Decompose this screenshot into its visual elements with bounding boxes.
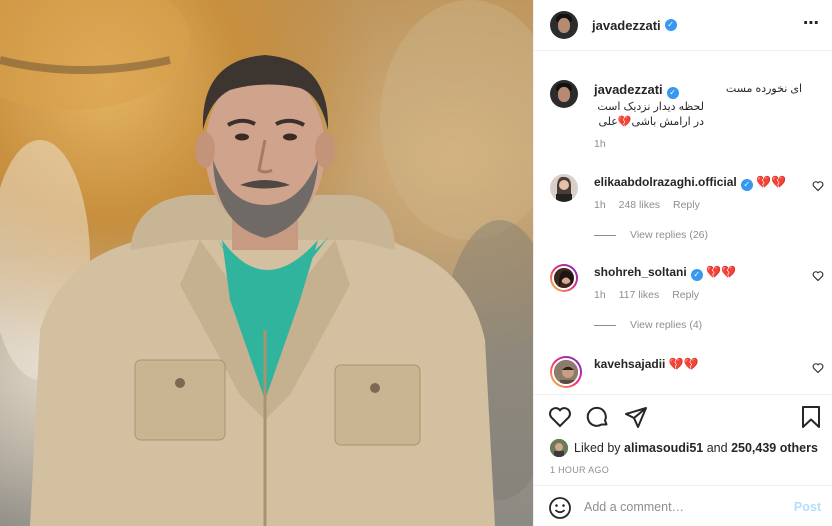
reply-button[interactable]: Reply [672, 289, 699, 301]
caption-line: ای نخورده مست [725, 83, 802, 95]
heart-icon[interactable] [812, 362, 824, 374]
comment-meta: 1h 248 likes Reply [594, 199, 710, 211]
comment-text: elikaabdolrazaghi.official ✓ 💔💔 [594, 174, 786, 191]
liked-by-prefix: Liked by [574, 441, 621, 455]
divider-line [594, 234, 616, 236]
comment-time[interactable]: 1h [594, 289, 606, 301]
liker-avatar[interactable] [550, 439, 568, 457]
comment-icon[interactable] [586, 405, 610, 429]
commenter-username[interactable]: elikaabdolrazaghi.official [594, 175, 737, 189]
liked-by-and: and [706, 441, 728, 455]
caption-line: در ارامش باشی💔علی [598, 116, 704, 128]
commenter-avatar[interactable] [550, 174, 578, 202]
share-icon[interactable] [624, 405, 648, 429]
comment-meta: 1h 117 likes Reply [594, 289, 709, 301]
caption-line: لحظه دیدار نزدیک است [597, 101, 704, 113]
view-replies-button[interactable]: View replies (4) [594, 319, 702, 331]
author-avatar[interactable] [550, 11, 578, 39]
comment-time[interactable]: 1h [594, 199, 606, 211]
comment-likes[interactable]: 117 likes [619, 289, 660, 301]
reply-button[interactable]: Reply [673, 199, 700, 211]
verified-badge-icon: ✓ [740, 179, 753, 191]
heart-icon[interactable] [812, 270, 824, 282]
divider-line [594, 324, 616, 326]
commenter-avatar[interactable] [550, 356, 582, 388]
post-photo[interactable] [0, 0, 533, 526]
post-header: javadezzati ✓ ⋯ [534, 0, 832, 51]
caption-username[interactable]: javadezzati [594, 82, 663, 97]
comment-body: 💔💔 [756, 175, 786, 189]
comment-input[interactable] [584, 496, 774, 518]
bookmark-icon[interactable] [799, 405, 823, 429]
portrait-illustration [0, 0, 533, 526]
add-comment-bar: Post [534, 485, 832, 526]
comment-body: 💔💔 [668, 357, 699, 371]
comment-body: 💔💔 [706, 265, 736, 279]
post-actions: Liked by alimasoudi51 and 250,439 others… [534, 394, 832, 526]
verified-badge-icon: ✓ [666, 87, 679, 99]
post-comment-button[interactable]: Post [794, 500, 821, 514]
view-replies-label: View replies (26) [630, 229, 709, 241]
view-replies-button[interactable]: View replies (26) [594, 229, 708, 241]
caption-avatar[interactable] [550, 80, 578, 108]
caption-text: javadezzati ✓ ای نخورده مست لحظه دیدار نز… [594, 82, 802, 130]
instagram-post: javadezzati ✓ ⋯ javadezzati ✓ ای نخورده م… [0, 0, 832, 526]
post-time-ago[interactable]: 1 HOUR AGO [550, 465, 609, 475]
commenter-username[interactable]: kavehsajadii [594, 357, 665, 371]
heart-icon[interactable] [548, 405, 572, 429]
liker-username[interactable]: alimasoudi51 [624, 441, 703, 455]
verified-badge-icon: ✓ [664, 19, 677, 31]
heart-icon[interactable] [812, 180, 824, 192]
verified-badge-icon: ✓ [690, 269, 703, 281]
view-replies-label: View replies (4) [630, 319, 703, 331]
comment-text: kavehsajadii 💔💔 [594, 356, 699, 372]
action-icons [548, 405, 648, 429]
commenter-username[interactable]: shohreh_soltani [594, 265, 687, 279]
more-horizontal-icon[interactable]: ⋯ [803, 16, 820, 32]
comment-text: shohreh_soltani ✓ 💔💔 [594, 264, 736, 281]
liked-by: Liked by alimasoudi51 and 250,439 others [550, 439, 818, 457]
author-username[interactable]: javadezzati [592, 18, 661, 33]
emoji-icon[interactable] [548, 496, 572, 520]
likes-count[interactable]: 250,439 others [731, 441, 818, 455]
post-side-panel: javadezzati ✓ ⋯ javadezzati ✓ ای نخورده م… [533, 0, 832, 526]
comment-likes[interactable]: 248 likes [619, 199, 660, 211]
caption-timestamp[interactable]: 1h [594, 138, 606, 150]
comments-list[interactable]: javadezzati ✓ ای نخورده مست لحظه دیدار نز… [534, 52, 832, 394]
commenter-avatar[interactable] [550, 264, 578, 292]
